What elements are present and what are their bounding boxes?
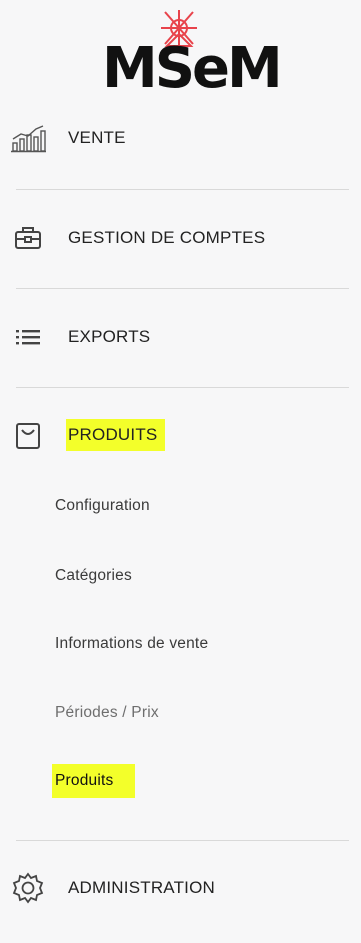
submenu-item-categories[interactable]: Catégories	[55, 567, 132, 585]
submenu-item-produits[interactable]: Produits	[52, 764, 136, 798]
nav-item-administration[interactable]: ADMINISTRATION	[0, 858, 361, 918]
sidebar: MSeM VENTE GESTION DE COMPTES EXPORTS PR…	[0, 0, 361, 943]
divider	[16, 189, 349, 190]
nav-label-exports: EXPORTS	[68, 327, 151, 346]
nav-item-exports[interactable]: EXPORTS	[0, 307, 361, 367]
nav-label-produits: PRODUITS	[66, 419, 166, 451]
nav-item-produits[interactable]: PRODUITS	[0, 405, 361, 465]
shopping-bag-icon	[10, 417, 46, 453]
divider	[16, 288, 349, 289]
submenu-item-configuration[interactable]: Configuration	[55, 497, 150, 515]
msem-logo[interactable]: MSeM	[96, 6, 283, 102]
nav-label-administration: ADMINISTRATION	[68, 878, 215, 897]
briefcase-icon	[10, 220, 46, 256]
submenu-item-periodes-prix[interactable]: Périodes / Prix	[55, 704, 159, 722]
nav-item-gestion-de-comptes[interactable]: GESTION DE COMPTES	[0, 208, 361, 268]
logo-text: MSeM	[102, 36, 283, 101]
submenu-item-informations-de-vente[interactable]: Informations de vente	[55, 635, 208, 653]
list-icon	[10, 319, 46, 355]
gear-icon	[10, 870, 46, 906]
nav-label-gestion-de-comptes: GESTION DE COMPTES	[68, 228, 266, 247]
nav-item-vente[interactable]: VENTE	[0, 108, 361, 168]
nav-label-vente: VENTE	[68, 128, 126, 147]
chart-bars-icon	[10, 120, 46, 156]
divider	[16, 840, 349, 841]
divider	[16, 387, 349, 388]
